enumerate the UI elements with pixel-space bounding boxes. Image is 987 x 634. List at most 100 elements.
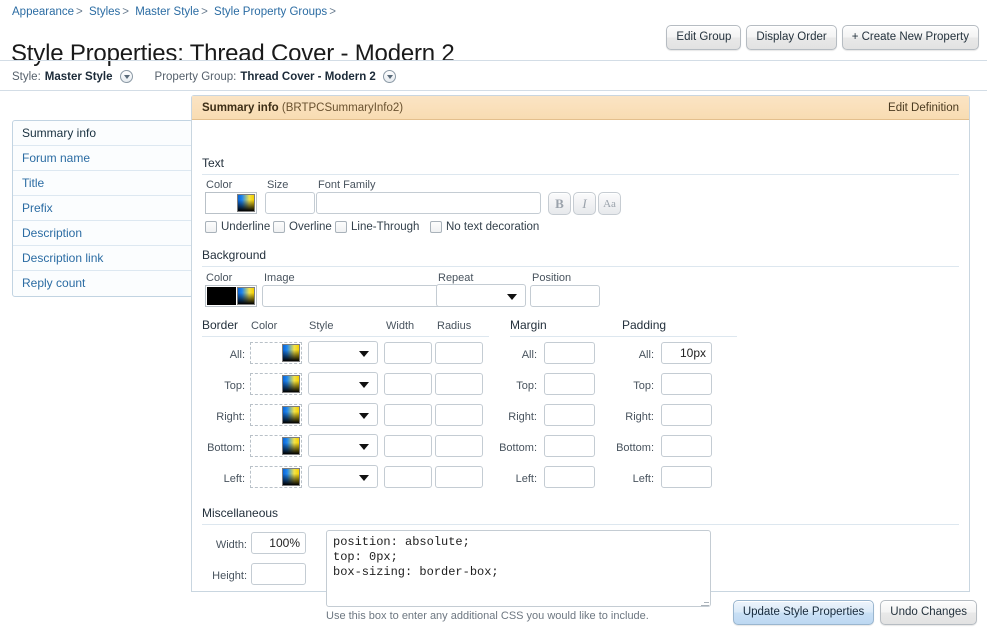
padding-row-bottom-label: Bottom: (616, 442, 654, 454)
text-font-family-label: Font Family (318, 179, 376, 191)
padding-row-right-label: Right: (625, 411, 654, 423)
border-right-width-input[interactable] (384, 404, 432, 426)
misc-height-input[interactable] (251, 563, 306, 585)
additional-css-textarea[interactable]: position: absolute; top: 0px; box-sizing… (326, 530, 711, 607)
border-right-color-field[interactable] (250, 404, 302, 426)
padding-bottom-input[interactable] (661, 435, 712, 457)
color-picker-swatch-icon[interactable] (237, 287, 255, 305)
padding-left-input[interactable] (661, 466, 712, 488)
border-all-color-field[interactable] (250, 342, 302, 364)
top-action-buttons: Edit Group Display Order + Create New Pr… (666, 25, 979, 50)
breadcrumb: Appearance > Styles > Master Style > Style … (12, 6, 339, 18)
sidebar-item-title[interactable]: Title (13, 171, 192, 196)
text-size-input[interactable] (265, 192, 315, 214)
padding-right-input[interactable] (661, 404, 712, 426)
update-style-properties-button[interactable]: Update Style Properties (732, 600, 875, 625)
miscellaneous-section-divider (202, 524, 959, 525)
line-through-checkbox-label: Line-Through (351, 221, 420, 233)
style-label: Style: (12, 70, 41, 83)
margin-row-bottom-label: Bottom: (499, 442, 537, 454)
breadcrumb-item-style-property-groups[interactable]: Style Property Groups (214, 6, 327, 18)
color-picker-swatch-icon[interactable] (282, 468, 300, 486)
sidebar-item-description[interactable]: Description (13, 221, 192, 246)
text-color-label: Color (206, 179, 233, 191)
property-group-dropdown-chevron-down-icon[interactable] (382, 70, 396, 83)
underline-checkbox-label: Underline (221, 221, 271, 233)
color-picker-swatch-icon[interactable] (282, 406, 300, 424)
checkbox-box-icon[interactable] (430, 221, 442, 233)
color-picker-swatch-icon[interactable] (282, 344, 300, 362)
no-text-decoration-checkbox[interactable]: No text decoration (430, 221, 539, 233)
text-font-family-input[interactable] (316, 192, 541, 214)
border-row-top-label: Top: (224, 380, 245, 392)
checkbox-box-icon[interactable] (335, 221, 347, 233)
border-right-style-select[interactable] (308, 403, 378, 426)
underline-checkbox[interactable]: Underline (205, 221, 270, 233)
style-dropdown-chevron-down-icon[interactable] (119, 70, 133, 83)
border-all-width-input[interactable] (384, 342, 432, 364)
overline-checkbox-label: Overline (289, 221, 332, 233)
color-picker-swatch-icon[interactable] (282, 437, 300, 455)
breadcrumb-item-styles[interactable]: Styles (89, 6, 120, 18)
margin-divider (510, 336, 625, 337)
border-section-title: Border (202, 318, 239, 332)
sidebar-item-prefix[interactable]: Prefix (13, 196, 192, 221)
border-bottom-style-select[interactable] (308, 434, 378, 457)
create-new-property-button[interactable]: + Create New Property (841, 25, 979, 50)
edit-definition-link[interactable]: Edit Definition (888, 96, 959, 120)
page-title: Style Properties: Thread Cover - Modern … (11, 40, 455, 68)
breadcrumb-separator: > (122, 6, 129, 18)
color-picker-swatch-icon[interactable] (282, 375, 300, 393)
text-size-label: Size (267, 179, 289, 191)
sidebar-item-description-link[interactable]: Description link (13, 246, 192, 271)
padding-section-title: Padding (622, 318, 667, 332)
border-top-width-input[interactable] (384, 373, 432, 395)
border-bottom-width-input[interactable] (384, 435, 432, 457)
checkbox-box-icon[interactable] (205, 221, 217, 233)
text-color-field[interactable] (205, 192, 257, 214)
padding-top-input[interactable] (661, 373, 712, 395)
misc-width-label: Width: (215, 539, 247, 551)
background-section-divider (202, 266, 959, 267)
padding-all-input[interactable] (661, 342, 712, 364)
background-section-title: Background (202, 248, 267, 262)
display-order-button[interactable]: Display Order (746, 25, 837, 50)
background-position-input[interactable] (530, 285, 600, 307)
color-picker-swatch-icon[interactable] (237, 194, 255, 212)
additional-css-hint: Use this box to enter any additional CSS… (326, 610, 649, 622)
border-top-style-select[interactable] (308, 372, 378, 395)
border-row-left-label: Left: (223, 473, 245, 485)
text-case-button[interactable]: Aa (598, 192, 621, 215)
background-position-label: Position (532, 272, 572, 284)
overline-checkbox[interactable]: Overline (273, 221, 332, 233)
sidebar-item-forum-name[interactable]: Forum name (13, 146, 192, 171)
border-left-width-input[interactable] (384, 466, 432, 488)
sidebar-item-reply-count[interactable]: Reply count (13, 271, 192, 296)
selector-row: Style: Master Style Property Group: Thre… (12, 70, 396, 83)
padding-row-top-label: Top: (633, 380, 654, 392)
breadcrumb-separator: > (76, 6, 83, 18)
breadcrumb-item-appearance[interactable]: Appearance (12, 6, 74, 18)
bold-button[interactable]: B (548, 192, 571, 215)
misc-width-input[interactable] (251, 532, 306, 554)
title-divider (0, 60, 987, 61)
breadcrumb-item-master-style[interactable]: Master Style (135, 6, 199, 18)
border-bottom-color-field[interactable] (250, 435, 302, 457)
edit-group-button[interactable]: Edit Group (666, 25, 742, 50)
checkbox-box-icon[interactable] (273, 221, 285, 233)
border-color-column-header: Color (251, 320, 278, 332)
italic-button[interactable]: I (573, 192, 596, 215)
border-top-color-field[interactable] (250, 373, 302, 395)
padding-row-all-label: All: (638, 349, 654, 361)
background-repeat-select[interactable] (436, 284, 526, 307)
miscellaneous-section-title: Miscellaneous (202, 506, 279, 520)
border-style-column-header: Style (309, 320, 334, 332)
undo-changes-button[interactable]: Undo Changes (880, 600, 977, 625)
border-all-style-select[interactable] (308, 341, 378, 364)
breadcrumb-separator: > (329, 6, 336, 18)
background-color-field[interactable] (205, 285, 257, 307)
sidebar-item-summary-info[interactable]: Summary info (13, 121, 192, 146)
border-left-style-select[interactable] (308, 465, 378, 488)
line-through-checkbox[interactable]: Line-Through (335, 221, 419, 233)
border-left-color-field[interactable] (250, 466, 302, 488)
